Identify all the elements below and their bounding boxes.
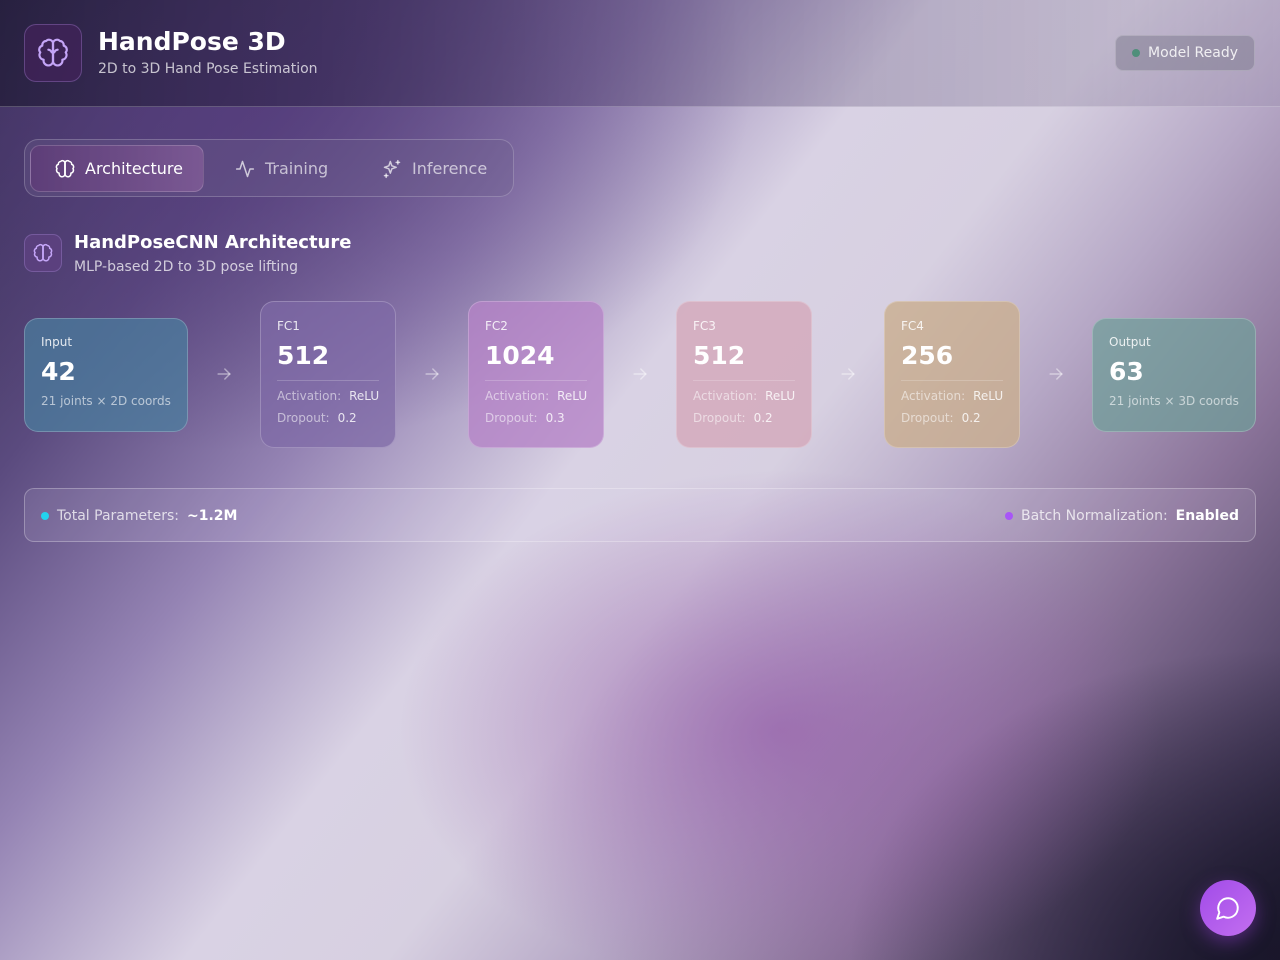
arrow-right-icon	[633, 368, 647, 380]
params-label: Total Parameters:	[57, 508, 179, 524]
app-header: HandPose 3D 2D to 3D Hand Pose Estimatio…	[0, 0, 1280, 107]
dropout-label: Dropout:	[693, 411, 746, 425]
layer-divider	[693, 380, 795, 381]
total-parameters: Total Parameters: ~1.2M	[41, 489, 237, 543]
layer-card-fc3: FC3 512 Activation: ReLU Dropout: 0.2	[676, 301, 812, 448]
layer-units: 512	[693, 341, 746, 370]
activation-label: Activation:	[693, 389, 758, 403]
dropout-value: 0.2	[337, 411, 357, 425]
app-title: HandPose 3D	[98, 27, 286, 56]
dropout-label: Dropout:	[485, 411, 538, 425]
dropout-value: 0.3	[545, 411, 565, 425]
activity-icon	[235, 160, 255, 177]
layer-name: FC2	[485, 319, 508, 333]
dropout-value: 0.2	[961, 411, 981, 425]
arrow-right-icon	[841, 368, 855, 380]
arrow-right-icon	[425, 368, 439, 380]
model-summary-bar: Total Parameters: ~1.2M Batch Normalizat…	[24, 488, 1256, 542]
activation-value: ReLU	[765, 389, 796, 403]
section-title: HandPoseCNN Architecture	[74, 232, 352, 253]
sparkles-icon	[383, 159, 401, 178]
bn-label: Batch Normalization:	[1020, 508, 1168, 524]
layer-units: 256	[901, 341, 954, 370]
activation-row: Activation: ReLU	[693, 389, 795, 403]
layer-card-fc4: FC4 256 Activation: ReLU Dropout: 0.2	[884, 301, 1020, 448]
layer-card-output: Output 63 21 joints × 3D coords	[1092, 318, 1256, 432]
dropout-label: Dropout:	[901, 411, 954, 425]
params-value: ~1.2M	[187, 508, 238, 524]
arrow-right-icon	[1049, 368, 1063, 380]
layer-card-input: Input 42 21 joints × 2D coords	[24, 318, 188, 432]
dropout-row: Dropout: 0.3	[485, 411, 587, 425]
dropout-label: Dropout:	[277, 411, 330, 425]
chat-bubble-icon	[1216, 897, 1239, 920]
app-subtitle: 2D to 3D Hand Pose Estimation	[98, 61, 318, 77]
tab-architecture[interactable]: Architecture	[30, 145, 204, 192]
dropout-row: Dropout: 0.2	[693, 411, 795, 425]
layer-divider	[485, 380, 587, 381]
arrow-right-icon	[217, 368, 231, 380]
dropout-row: Dropout: 0.2	[901, 411, 1003, 425]
bn-dot	[1004, 512, 1013, 520]
model-status-badge: Model Ready	[1115, 35, 1255, 71]
layer-name: Input	[41, 335, 73, 349]
layer-description: 21 joints × 3D coords	[1109, 394, 1239, 408]
activation-label: Activation:	[485, 389, 550, 403]
app-logo	[24, 24, 82, 82]
layer-name: FC3	[693, 319, 716, 333]
activation-label: Activation:	[901, 389, 966, 403]
activation-value: ReLU	[973, 389, 1004, 403]
brain-icon	[38, 38, 68, 67]
activation-row: Activation: ReLU	[485, 389, 587, 403]
brain-icon	[33, 243, 53, 262]
layer-name: FC1	[277, 319, 300, 333]
status-text: Model Ready	[1148, 45, 1238, 61]
layer-card-fc1: FC1 512 Activation: ReLU Dropout: 0.2	[260, 301, 396, 448]
layer-description: 21 joints × 2D coords	[41, 394, 171, 408]
status-dot	[1132, 49, 1141, 57]
layer-divider	[277, 380, 379, 381]
tab-label: Architecture	[85, 159, 183, 178]
layer-units: 1024	[485, 341, 555, 370]
activation-value: ReLU	[349, 389, 380, 403]
layer-divider	[901, 380, 1003, 381]
layer-units: 512	[277, 341, 330, 370]
batch-normalization: Batch Normalization: Enabled	[1004, 489, 1239, 543]
tab-label: Training	[265, 159, 329, 178]
section-icon-box	[24, 234, 62, 272]
layer-name: FC4	[901, 319, 924, 333]
brain-icon	[55, 159, 75, 178]
chat-button[interactable]	[1200, 880, 1256, 936]
dropout-value: 0.2	[753, 411, 773, 425]
params-dot	[41, 512, 49, 520]
layer-name: Output	[1109, 335, 1151, 349]
tab-label: Inference	[412, 159, 488, 178]
activation-value: ReLU	[557, 389, 588, 403]
bn-value: Enabled	[1175, 508, 1239, 524]
layer-units: 42	[41, 357, 76, 386]
dropout-row: Dropout: 0.2	[277, 411, 379, 425]
activation-label: Activation:	[277, 389, 342, 403]
tab-bar: Architecture Training Inference	[24, 139, 514, 197]
layer-units: 63	[1109, 357, 1144, 386]
activation-row: Activation: ReLU	[901, 389, 1003, 403]
layer-card-fc2: FC2 1024 Activation: ReLU Dropout: 0.3	[468, 301, 604, 448]
tab-training[interactable]: Training	[211, 145, 351, 192]
section-subtitle: MLP-based 2D to 3D pose lifting	[74, 259, 298, 275]
tab-inference[interactable]: Inference	[358, 145, 508, 192]
activation-row: Activation: ReLU	[277, 389, 379, 403]
